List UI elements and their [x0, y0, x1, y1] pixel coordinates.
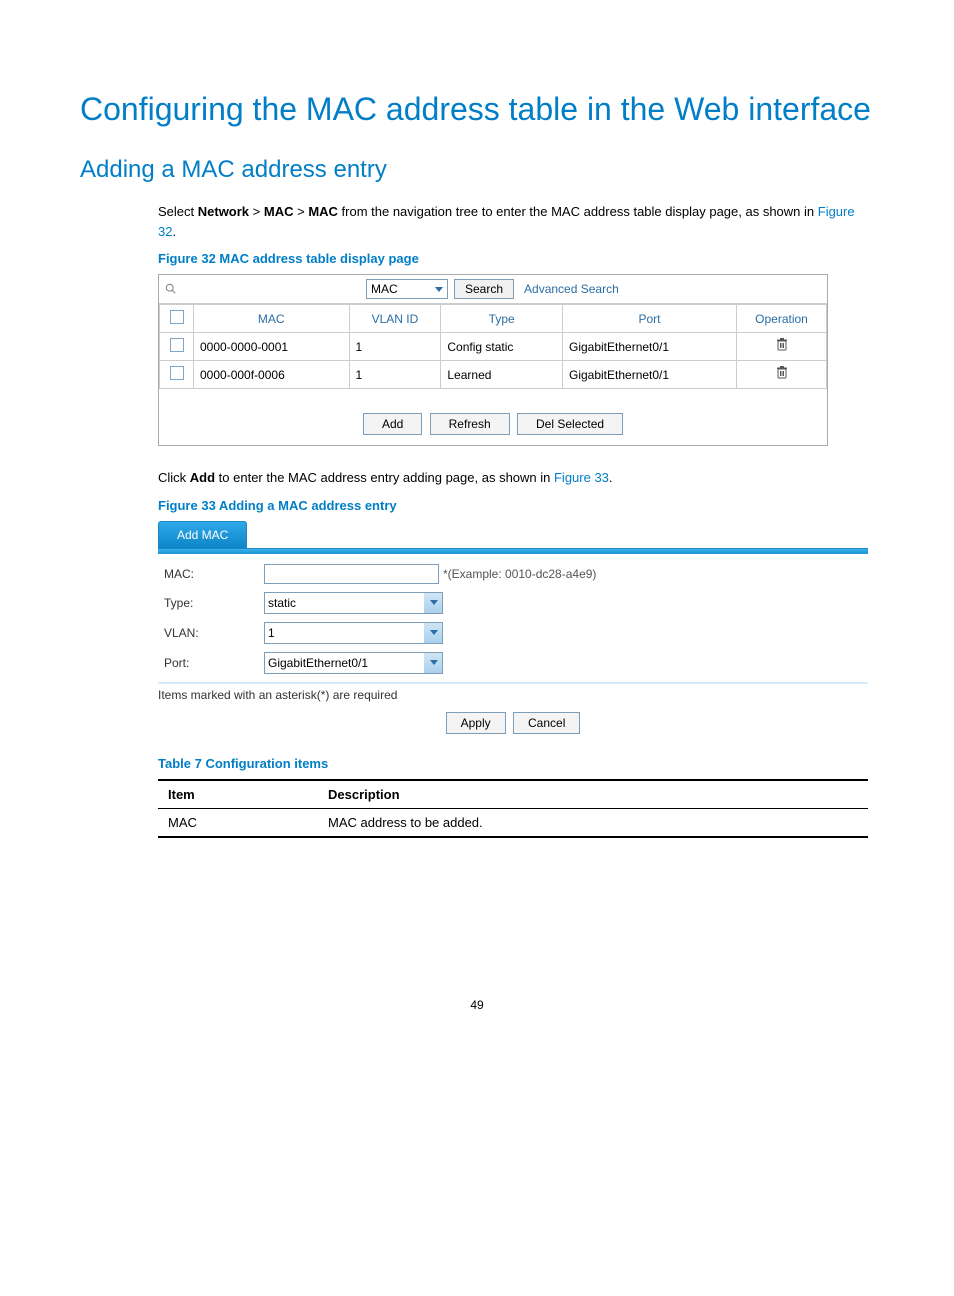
required-note: Items marked with an asterisk(*) are req… — [158, 688, 868, 702]
advanced-search-link[interactable]: Advanced Search — [524, 282, 619, 296]
cell-vlan: 1 — [349, 333, 441, 361]
table-row: 0000-000f-0006 1 Learned GigabitEthernet… — [160, 361, 827, 389]
trash-icon[interactable] — [776, 338, 788, 355]
cell-type: Learned — [441, 361, 563, 389]
refresh-button[interactable]: Refresh — [430, 413, 510, 435]
figure-32-caption: Figure 32 MAC address table display page — [158, 251, 874, 266]
search-icon — [165, 283, 177, 295]
del-selected-button[interactable]: Del Selected — [517, 413, 623, 435]
col-operation: Operation — [737, 305, 827, 333]
th-item: Item — [158, 780, 318, 809]
row-checkbox[interactable] — [170, 366, 184, 380]
select-all-checkbox[interactable] — [170, 310, 184, 324]
intro-paragraph: Select Network > MAC > MAC from the navi… — [158, 202, 874, 241]
row-checkbox[interactable] — [170, 338, 184, 352]
cell-mac: 0000-000f-0006 — [194, 361, 350, 389]
type-label: Type: — [164, 596, 264, 610]
page-number: 49 — [80, 998, 874, 1012]
page-title: Configuring the MAC address table in the… — [80, 90, 874, 128]
th-description: Description — [318, 780, 868, 809]
table-row: 0000-0000-0001 1 Config static GigabitEt… — [160, 333, 827, 361]
vlan-label: VLAN: — [164, 626, 264, 640]
configuration-items-table: Item Description MAC MAC address to be a… — [158, 779, 868, 838]
td-description: MAC address to be added. — [318, 808, 868, 837]
cancel-button[interactable]: Cancel — [513, 712, 580, 734]
type-select[interactable] — [264, 592, 443, 614]
cell-port: GigabitEthernet0/1 — [562, 333, 736, 361]
figure-32-screenshot: Search Advanced Search MAC VLAN ID Type … — [158, 274, 828, 446]
cell-port: GigabitEthernet0/1 — [562, 361, 736, 389]
col-mac[interactable]: MAC — [194, 305, 350, 333]
figure-33-caption: Figure 33 Adding a MAC address entry — [158, 498, 874, 513]
col-type[interactable]: Type — [441, 305, 563, 333]
cell-vlan: 1 — [349, 361, 441, 389]
section-title: Adding a MAC address entry — [80, 156, 874, 184]
td-item: MAC — [158, 808, 318, 837]
vlan-select[interactable] — [264, 622, 443, 644]
trash-icon[interactable] — [776, 366, 788, 383]
port-select[interactable] — [264, 652, 443, 674]
col-vlan[interactable]: VLAN ID — [349, 305, 441, 333]
add-button[interactable]: Add — [363, 413, 422, 435]
mac-label: MAC: — [164, 567, 264, 581]
figure-33-link[interactable]: Figure 33 — [554, 470, 609, 485]
search-input[interactable] — [183, 279, 360, 299]
search-field-select[interactable] — [366, 279, 448, 299]
search-button[interactable]: Search — [454, 279, 514, 299]
figure-33-screenshot: Add MAC MAC: *(Example: 0010-dc28-a4e9) … — [158, 521, 868, 734]
add-mac-tab[interactable]: Add MAC — [158, 521, 247, 548]
mac-hint: *(Example: 0010-dc28-a4e9) — [443, 567, 596, 581]
table-7-caption: Table 7 Configuration items — [158, 756, 874, 771]
cell-type: Config static — [441, 333, 563, 361]
port-label: Port: — [164, 656, 264, 670]
cell-mac: 0000-0000-0001 — [194, 333, 350, 361]
col-port[interactable]: Port — [562, 305, 736, 333]
mac-input[interactable] — [264, 564, 439, 584]
paragraph-2: Click Add to enter the MAC address entry… — [158, 468, 874, 488]
apply-button[interactable]: Apply — [446, 712, 506, 734]
